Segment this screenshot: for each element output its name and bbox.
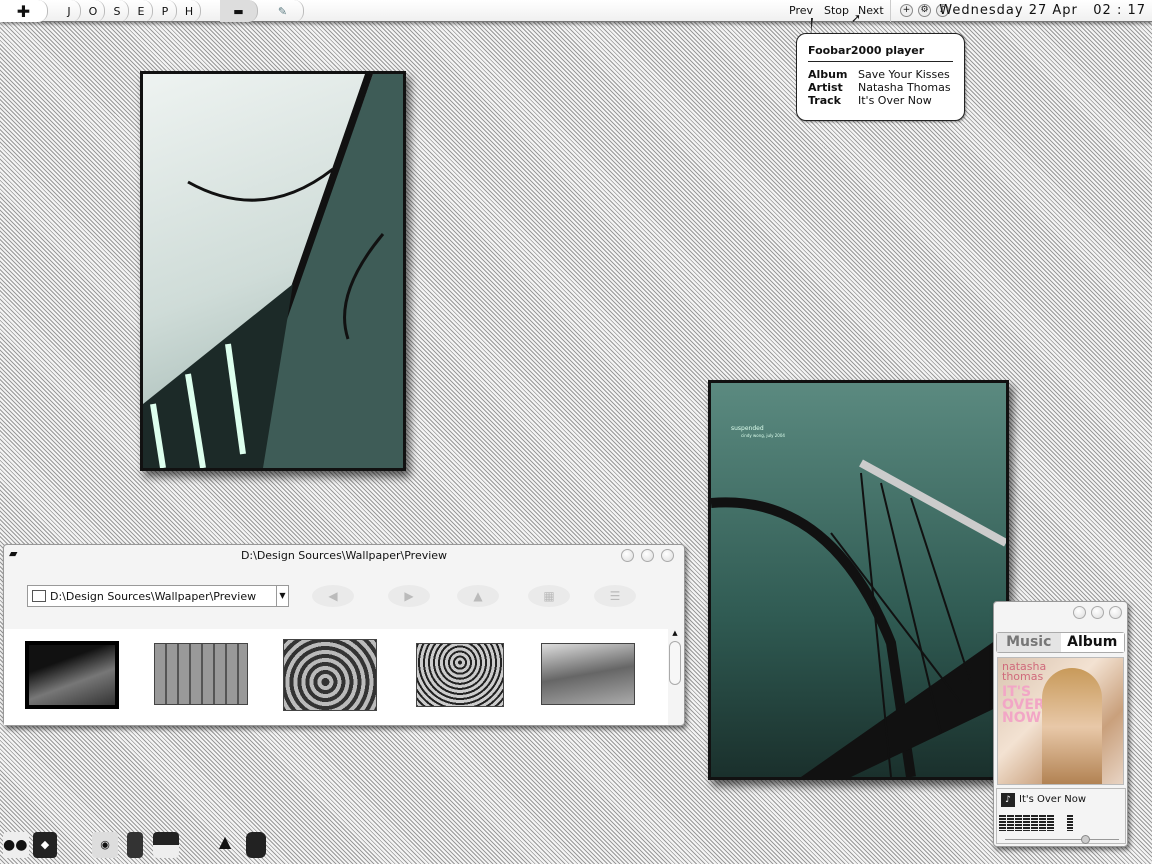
plus-icon[interactable]: + bbox=[900, 4, 913, 17]
turntable-icon: ◉ bbox=[100, 838, 110, 851]
track-title: It's Over Now bbox=[1019, 794, 1087, 805]
feather-button[interactable]: ✎ bbox=[262, 0, 304, 22]
address-text: D:\Design Sources\Wallpaper\Preview bbox=[50, 589, 257, 603]
dock-icon-apple[interactable]: ◆ bbox=[33, 832, 57, 858]
building-lamp-image bbox=[143, 74, 403, 468]
letter-o[interactable]: O bbox=[82, 0, 105, 22]
thumbnail-4[interactable] bbox=[416, 643, 504, 707]
volume-knob[interactable] bbox=[1081, 835, 1090, 844]
next-button[interactable]: Next bbox=[858, 4, 884, 17]
cover-artist: natasha thomas bbox=[1002, 660, 1047, 683]
tab-album[interactable]: Album bbox=[1060, 633, 1124, 652]
track-label: Track bbox=[808, 94, 841, 107]
address-bar[interactable]: D:\Design Sources\Wallpaper\Preview ▼ bbox=[27, 585, 289, 607]
folder-button[interactable]: ▬ bbox=[220, 0, 258, 22]
dots-icon: ●● bbox=[3, 837, 28, 853]
scroll-up-arrow[interactable]: ▲ bbox=[668, 629, 682, 637]
options-button[interactable]: ☰ bbox=[594, 585, 636, 607]
vertical-scrollbar[interactable]: ▲ bbox=[668, 629, 682, 725]
start-button[interactable]: ✚ bbox=[0, 0, 48, 22]
letter-h[interactable]: H bbox=[178, 0, 201, 22]
foobar-tooltip: Foobar2000 player Album Save Your Kisses … bbox=[796, 18, 965, 121]
tooltip-title: Foobar2000 player bbox=[808, 44, 953, 62]
dock-icon-toggle[interactable]: ●● bbox=[3, 832, 29, 858]
feather-icon: ✎ bbox=[277, 4, 288, 18]
photo-bridge[interactable]: suspended cindy wong, july 2004 bbox=[708, 380, 1009, 780]
album-label: Album bbox=[808, 68, 848, 81]
thumbnail-1[interactable] bbox=[25, 641, 119, 709]
dock-icon-turntable[interactable]: ◉ bbox=[92, 832, 118, 858]
view-button[interactable]: ▦ bbox=[528, 585, 570, 607]
letter-e[interactable]: E bbox=[130, 0, 153, 22]
album-value: Save Your Kisses bbox=[858, 68, 950, 81]
scroll-thumb[interactable] bbox=[669, 641, 681, 685]
letter-p[interactable]: P bbox=[154, 0, 177, 22]
window-title: D:\Design Sources\Wallpaper\Preview bbox=[240, 549, 448, 562]
volume-slider[interactable] bbox=[1005, 835, 1119, 844]
top-bar: ✚ J O S E P H ▬ ✎ Prev Stop Next + ⚙ ♪ W… bbox=[0, 0, 1152, 22]
folder-icon: ▬ bbox=[233, 4, 244, 18]
bridge-image bbox=[711, 459, 1006, 777]
date: Wednesday 27 Apr bbox=[939, 3, 1078, 18]
equalizer-bar bbox=[1067, 815, 1073, 831]
stop-button[interactable]: Stop bbox=[824, 4, 849, 17]
tab-music[interactable]: Music bbox=[997, 633, 1061, 652]
maximize-button[interactable] bbox=[1091, 606, 1104, 619]
album-cover: natasha thomas IT'S OVER NOW bbox=[997, 657, 1124, 785]
time: 02 : 17 bbox=[1093, 3, 1146, 18]
gear-icon[interactable]: ⚙ bbox=[918, 4, 931, 17]
apple-box-icon: ◆ bbox=[40, 838, 50, 851]
thumbnail-3[interactable] bbox=[283, 639, 377, 711]
prev-button[interactable]: Prev bbox=[789, 4, 813, 17]
thumbnail-area bbox=[4, 629, 668, 725]
folder-icon bbox=[32, 590, 46, 602]
forward-button[interactable]: ▶ bbox=[388, 585, 430, 607]
up-button[interactable]: ▲ bbox=[457, 585, 499, 607]
address-dropdown[interactable]: ▼ bbox=[276, 586, 288, 606]
now-playing: ♪ It's Over Now bbox=[996, 788, 1126, 844]
maximize-button[interactable] bbox=[641, 549, 654, 562]
lamp-icon: ▲ bbox=[218, 832, 232, 851]
photo-building-lamp[interactable] bbox=[140, 71, 406, 471]
dock-icon-lamp[interactable]: ▲ bbox=[211, 832, 239, 858]
mouse-cursor-icon: ➚ bbox=[851, 11, 862, 25]
close-button[interactable] bbox=[661, 549, 674, 562]
minimize-button[interactable] bbox=[1073, 606, 1086, 619]
artist-label: Artist bbox=[808, 81, 843, 94]
explorer-window: ▰ D:\Design Sources\Wallpaper\Preview D:… bbox=[3, 544, 685, 726]
close-button[interactable] bbox=[1109, 606, 1122, 619]
back-button[interactable]: ◀ bbox=[312, 585, 354, 607]
letter-j[interactable]: J bbox=[58, 0, 81, 22]
music-widget: Music Album natasha thomas IT'S OVER NOW… bbox=[993, 601, 1128, 847]
minimize-button[interactable] bbox=[621, 549, 634, 562]
cross-icon: ✚ bbox=[16, 1, 31, 21]
thumbnail-2[interactable] bbox=[154, 643, 248, 705]
dock-icon-trash[interactable] bbox=[246, 832, 266, 858]
music-file-icon: ♪ bbox=[1001, 793, 1015, 807]
artist-value: Natasha Thomas bbox=[858, 81, 951, 94]
dock-icon-device[interactable] bbox=[127, 832, 143, 858]
letter-s[interactable]: S bbox=[106, 0, 129, 22]
equalizer-icon bbox=[999, 815, 1055, 831]
track-value: It's Over Now bbox=[858, 94, 932, 107]
dock-icon-printer[interactable] bbox=[153, 832, 179, 858]
thumbnail-5[interactable] bbox=[541, 643, 635, 705]
cover-title: IT'S OVER NOW bbox=[1002, 684, 1045, 726]
